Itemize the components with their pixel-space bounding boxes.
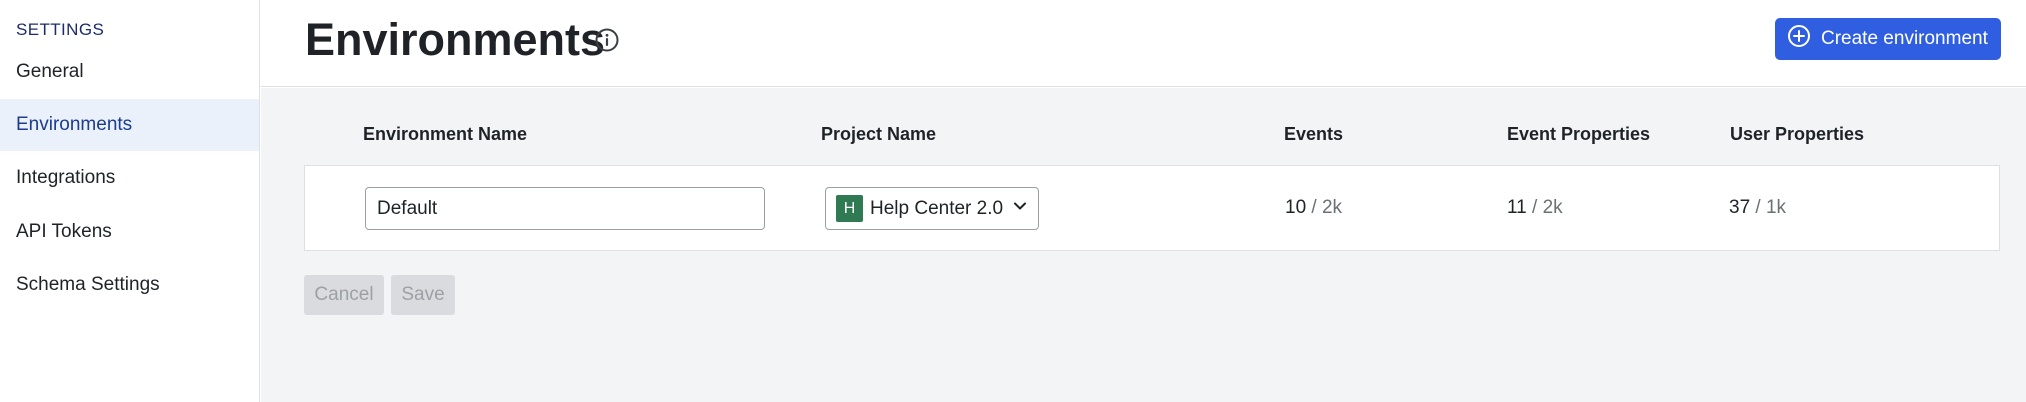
event-properties-used: 11 (1507, 197, 1527, 218)
environment-name-input[interactable] (365, 187, 765, 230)
sidebar-item-label: API Tokens (16, 221, 112, 242)
column-header-event-properties: Event Properties (1507, 124, 1651, 144)
environments-content: Environment Name Project Name Events Eve… (261, 88, 2026, 402)
project-select[interactable]: H Help Center 2.0 (825, 187, 1039, 230)
save-button[interactable]: Save (391, 275, 455, 315)
column-header-user-properties: User Properties (1730, 124, 1865, 144)
cancel-button[interactable]: Cancel (304, 275, 384, 315)
sidebar-item-label: Schema Settings (16, 274, 160, 295)
user-properties-count: 37 / 1k (1729, 197, 1787, 218)
settings-sidebar: SETTINGS General Environments Integratio… (0, 0, 260, 402)
column-header-environment-name: Environment Name (363, 124, 528, 144)
sidebar-item-label: Environments (16, 114, 133, 135)
event-properties-limit: 2k (1542, 197, 1563, 218)
sidebar-item-api-tokens[interactable]: API Tokens (0, 206, 259, 258)
plus-circle-icon (1787, 24, 1821, 54)
page-title: Environments (305, 14, 606, 65)
column-header-events: Events (1284, 124, 1344, 144)
user-properties-used: 37 (1729, 197, 1751, 218)
project-avatar: H (836, 195, 863, 222)
table-row: H Help Center 2.0 10 / 2k 11 / 2k 37 / 1… (304, 165, 2000, 251)
sidebar-item-schema-settings[interactable]: Schema Settings (0, 259, 259, 311)
column-header-project-name: Project Name (821, 124, 937, 144)
sidebar-item-label: Integrations (16, 167, 116, 188)
user-properties-limit: 1k (1765, 197, 1787, 218)
events-limit: 2k (1321, 197, 1343, 218)
create-environment-button[interactable]: Create environment (1775, 18, 2001, 60)
sidebar-item-integrations[interactable]: Integrations (0, 152, 259, 204)
info-circle-icon[interactable] (594, 27, 620, 53)
chevron-down-icon (1003, 198, 1028, 219)
project-select-value: Help Center 2.0 (870, 197, 1004, 219)
sidebar-item-general[interactable]: General (0, 46, 259, 98)
events-used: 10 (1285, 197, 1307, 218)
sidebar-heading: SETTINGS (16, 20, 105, 39)
page-header: Environments Create environment (261, 0, 2026, 87)
sidebar-item-label: General (16, 61, 84, 82)
event-properties-count: 11 / 2k (1507, 197, 1563, 218)
sidebar-item-environments[interactable]: Environments (0, 99, 259, 151)
create-environment-label: Create environment (1821, 28, 1988, 49)
events-count: 10 / 2k (1285, 197, 1343, 218)
